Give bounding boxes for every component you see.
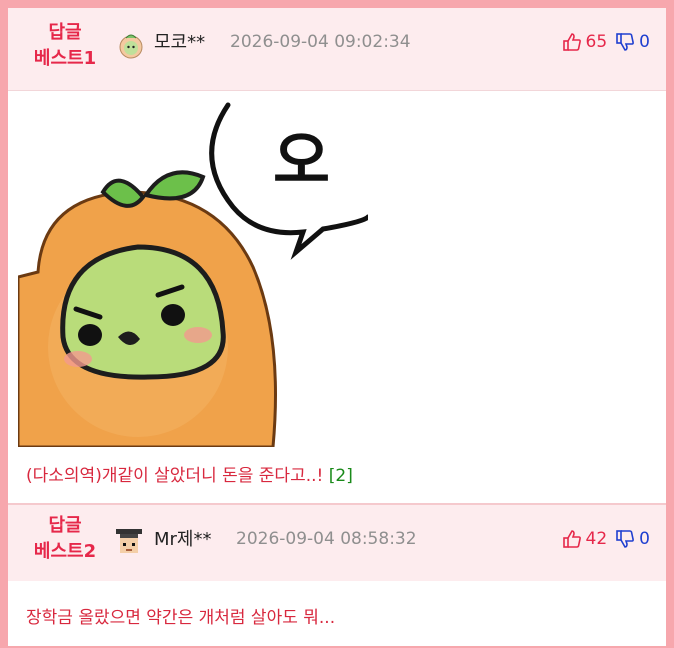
comment-header: 답글 베스트1 모코** 2026-09-04 09:02:34 65 0 — [8, 8, 666, 91]
timestamp: 2026-09-04 09:02:34 — [230, 32, 411, 52]
mandarin-character-icon[interactable] — [116, 30, 146, 60]
comment-body: 오 (다소의역)개같이 살았더니 돈을 준다고..! [2] — [8, 91, 666, 501]
vote-controls: 42 0 — [562, 529, 650, 549]
vote-controls: 65 0 — [562, 32, 650, 52]
thumbs-up-icon[interactable] — [562, 529, 582, 549]
upvote-count: 42 — [585, 529, 608, 549]
mandarin-emoticon-image: 오 — [16, 97, 371, 449]
thumbs-down-icon[interactable] — [615, 32, 635, 52]
comment-list-frame: 답글 베스트1 모코** 2026-09-04 09:02:34 65 0 오 … — [0, 0, 674, 648]
best-badge-line2: 베스트2 — [33, 541, 97, 562]
comment-body: 장학금 올랐으면 약간은 개처럼 살아도 뭐... — [8, 581, 666, 646]
timestamp: 2026-09-04 08:58:32 — [236, 529, 417, 549]
best-reply-badge: 답글 베스트2 — [20, 513, 110, 565]
comment-text-content: (다소의역)개같이 살았더니 돈을 준다고..! — [26, 466, 324, 486]
nickname[interactable]: 모코** — [154, 28, 205, 54]
comment-text-content: 장학금 올랐으면 약간은 개처럼 살아도 뭐... — [26, 608, 336, 628]
reply-count-link[interactable]: [2] — [329, 466, 353, 486]
best-badge-line1: 답글 — [48, 515, 82, 536]
comment-header: 답글 베스트2 Mr제** 2026-09-04 08:58:32 42 0 — [8, 503, 666, 582]
thumbs-up-icon[interactable] — [562, 32, 582, 52]
downvote-count: 0 — [639, 529, 650, 549]
thumbs-down-icon[interactable] — [615, 529, 635, 549]
graduate-character-icon[interactable] — [114, 527, 144, 557]
best-reply-badge: 답글 베스트1 — [20, 20, 110, 72]
best-badge-line1: 답글 — [48, 22, 82, 43]
best-badge-line2: 베스트1 — [33, 48, 97, 69]
nickname[interactable]: Mr제** — [154, 525, 212, 551]
emoticon-speech-text: 오 — [273, 124, 330, 197]
comment-text: 장학금 올랐으면 약간은 개처럼 살아도 뭐... — [26, 603, 335, 628]
comment-text: (다소의역)개같이 살았더니 돈을 준다고..! [2] — [26, 461, 353, 486]
downvote-count: 0 — [639, 32, 650, 52]
upvote-count: 65 — [585, 32, 608, 52]
